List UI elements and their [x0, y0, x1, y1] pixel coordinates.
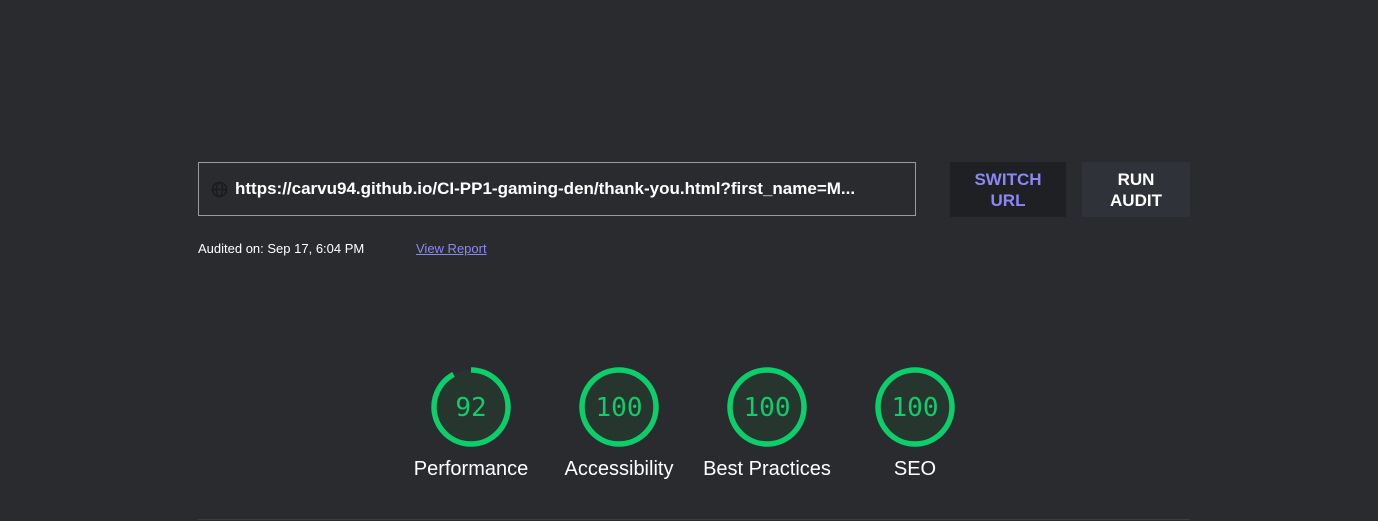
gauge-ring: 92	[431, 367, 511, 447]
run-audit-label: RUN AUDIT	[1110, 169, 1162, 210]
globe-icon	[211, 181, 228, 198]
gauge-seo[interactable]: 100 SEO	[840, 366, 990, 481]
switch-url-button[interactable]: SWITCH URL	[950, 162, 1066, 217]
view-report-link[interactable]: View Report	[416, 241, 487, 256]
gauge-performance[interactable]: 92 Performance	[396, 366, 546, 481]
gauge-label: Best Practices	[703, 458, 831, 480]
gauge-score: 100	[596, 393, 643, 423]
gauge-score: 92	[455, 393, 486, 423]
audited-timestamp: Audited on: Sep 17, 6:04 PM	[198, 241, 365, 256]
gauge-accessibility[interactable]: 100 Accessibility	[544, 366, 694, 481]
url-value: https://carvu94.github.io/CI-PP1-gaming-…	[235, 179, 856, 198]
gauge-label: SEO	[893, 458, 937, 480]
gauge-best-practices[interactable]: 100 Best Practices	[692, 366, 842, 481]
gauge-ring: 100	[579, 367, 659, 447]
url-input[interactable]: https://carvu94.github.io/CI-PP1-gaming-…	[198, 162, 916, 216]
gauge-ring: 100	[875, 367, 955, 447]
score-gauges: 92 Performance 100 Accessibility 100 Best Pra…	[0, 0, 1378, 521]
lighthouse-page: https://carvu94.github.io/CI-PP1-gaming-…	[0, 0, 1378, 521]
run-audit-button[interactable]: RUN AUDIT	[1082, 162, 1190, 217]
gauge-score: 100	[744, 393, 791, 423]
gauge-label: Accessibility	[564, 458, 674, 480]
switch-url-label: SWITCH URL	[974, 169, 1042, 210]
gauge-label: Performance	[413, 458, 529, 480]
divider	[198, 519, 1190, 520]
gauge-ring: 100	[727, 367, 807, 447]
gauge-score: 100	[892, 393, 939, 423]
